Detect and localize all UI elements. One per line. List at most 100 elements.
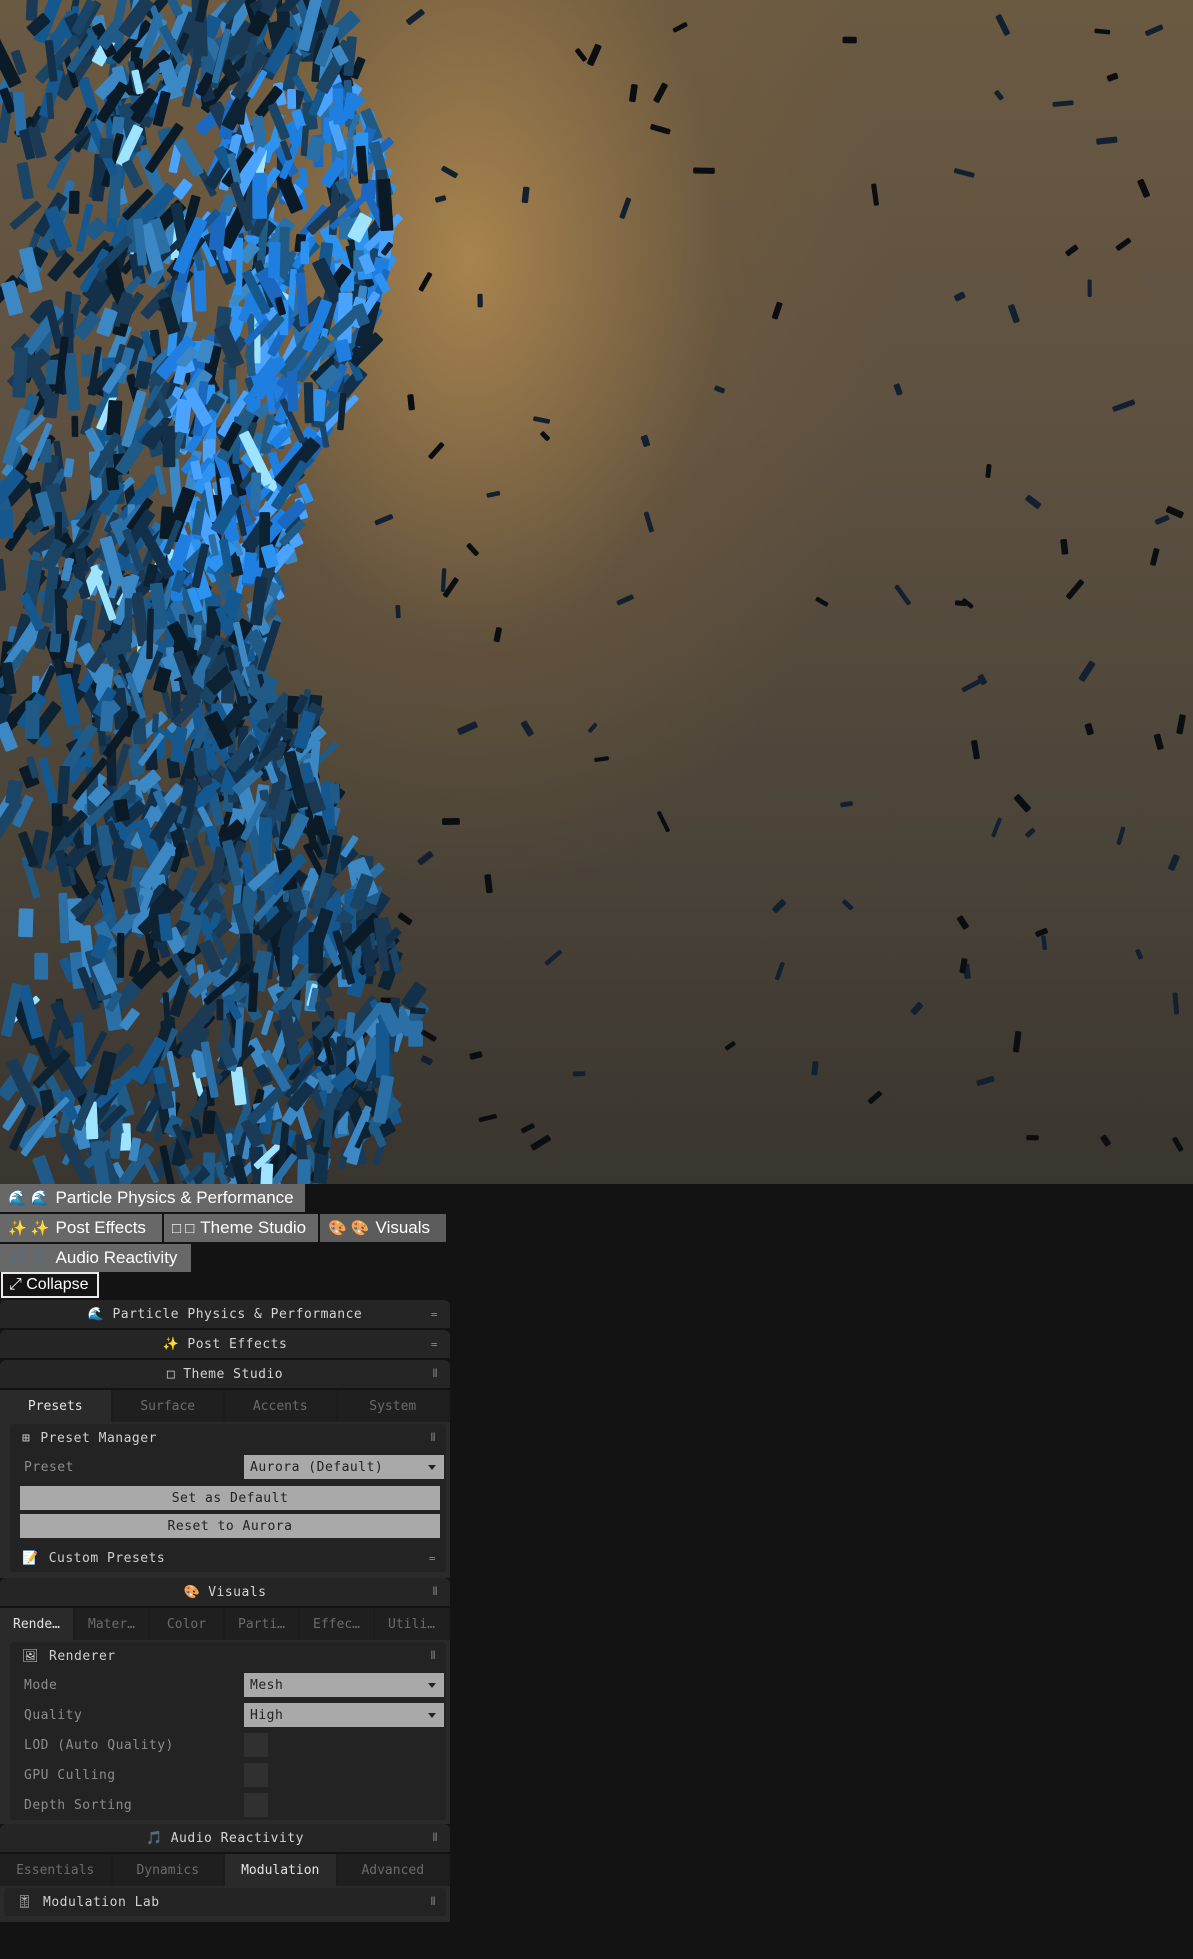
particle	[1137, 178, 1150, 198]
particle	[493, 627, 502, 643]
particle	[406, 9, 425, 25]
modulation-lab-header[interactable]: 🎚 Modulation Lab ⦀	[4, 1888, 446, 1916]
tab-particle-physics[interactable]: 🌊 🌊 Particle Physics & Performance	[0, 1184, 305, 1212]
particle	[1115, 237, 1132, 251]
tab-modulation[interactable]: Modulation	[225, 1854, 336, 1886]
tab-theme-studio[interactable]: □ □ Theme Studio	[164, 1214, 318, 1242]
particle	[124, 598, 133, 644]
square-icon: □ □	[172, 1219, 195, 1237]
tab-dynamics[interactable]: Dynamics	[112, 1854, 223, 1886]
particle	[235, 237, 244, 296]
quality-row: Quality High	[10, 1700, 446, 1730]
particle	[867, 1090, 883, 1105]
audio-tabs: Essentials Dynamics Modulation Advanced	[0, 1854, 450, 1886]
collapse-toggle-icon[interactable]: =	[431, 1338, 438, 1351]
particle	[643, 511, 654, 533]
particle	[417, 851, 434, 866]
sparkles-icon: ✨	[162, 1336, 180, 1352]
section-visuals[interactable]: 🎨 Visuals ⦀	[0, 1578, 450, 1606]
tab-visuals[interactable]: 🎨 🎨 Visuals	[320, 1214, 446, 1242]
section-title: Theme Studio	[183, 1366, 284, 1382]
lod-checkbox[interactable]	[244, 1733, 268, 1757]
tab-particles[interactable]: Parti…	[225, 1608, 298, 1640]
collapse-button[interactable]: ⤢ Collapse	[1, 1272, 99, 1298]
depth-sorting-checkbox[interactable]	[244, 1793, 268, 1817]
particle	[72, 1022, 87, 1067]
tab-renderer[interactable]: Rende…	[0, 1608, 73, 1640]
particle	[842, 899, 854, 911]
particle	[842, 36, 857, 44]
tab-surface[interactable]: Surface	[112, 1390, 223, 1422]
particle	[1144, 24, 1164, 37]
particle	[1025, 494, 1042, 509]
theme-tabs: Presets Surface Accents System	[0, 1390, 450, 1422]
tab-system[interactable]: System	[337, 1390, 448, 1422]
tab-advanced[interactable]: Advanced	[337, 1854, 448, 1886]
tab-utilities[interactable]: Utili…	[375, 1608, 448, 1640]
section-particle-physics[interactable]: 🌊 Particle Physics & Performance =	[0, 1300, 450, 1328]
particle	[540, 431, 550, 441]
particle	[1094, 28, 1111, 35]
tab-material[interactable]: Mater…	[75, 1608, 148, 1640]
tab-audio-reactivity[interactable]: 🎵 🎵 Audio Reactivity	[0, 1244, 191, 1272]
collapse-toggle-icon[interactable]: =	[429, 1552, 436, 1565]
particle	[38, 757, 60, 809]
tab-post-effects[interactable]: ✨ ✨ Post Effects	[0, 1214, 162, 1242]
expand-toggle-icon[interactable]: ⦀	[431, 1431, 436, 1445]
particle	[162, 425, 176, 468]
particle-viewport[interactable]	[0, 0, 1193, 1184]
expand-toggle-icon[interactable]: ⦀	[433, 1585, 438, 1599]
particle	[374, 514, 394, 526]
expand-toggle-icon[interactable]: ⦀	[431, 1649, 436, 1663]
particle	[421, 1029, 437, 1042]
particle	[63, 458, 75, 478]
tab-effects[interactable]: Effec…	[300, 1608, 373, 1640]
slider-icon: 🎚	[16, 1894, 34, 1910]
particle	[619, 197, 632, 219]
particle	[484, 874, 493, 894]
particle	[16, 161, 34, 200]
preset-manager-header[interactable]: ⊞ Preset Manager ⦀	[10, 1424, 446, 1452]
particle	[258, 817, 272, 865]
particle	[1035, 928, 1048, 937]
reset-aurora-button[interactable]: Reset to Aurora	[20, 1514, 440, 1538]
set-default-button[interactable]: Set as Default	[20, 1486, 440, 1510]
particle	[994, 90, 1004, 101]
particle	[724, 1041, 736, 1051]
preset-select[interactable]: Aurora (Default)	[244, 1455, 444, 1479]
particle	[478, 1113, 497, 1123]
tab-label: Visuals	[375, 1218, 431, 1237]
expand-toggle-icon[interactable]: ⦀	[433, 1831, 438, 1845]
collapse-toggle-icon[interactable]: =	[431, 1308, 438, 1321]
particle	[587, 43, 602, 66]
tab-essentials[interactable]: Essentials	[0, 1854, 111, 1886]
mode-select[interactable]: Mesh	[244, 1673, 444, 1697]
quality-select[interactable]: High	[244, 1703, 444, 1727]
particle	[653, 82, 668, 103]
tab-color[interactable]: Color	[150, 1608, 223, 1640]
custom-presets-header[interactable]: 📝 Custom Presets =	[10, 1544, 446, 1572]
collapse-label: ⤢ Collapse	[9, 1276, 89, 1293]
particle	[521, 186, 530, 204]
renderer-header[interactable]: 🖼 Renderer ⦀	[10, 1642, 446, 1670]
expand-toggle-icon[interactable]: ⦀	[431, 1895, 436, 1909]
particle	[893, 383, 903, 396]
section-post-effects[interactable]: ✨ Post Effects =	[0, 1330, 450, 1358]
gpu-culling-checkbox[interactable]	[244, 1763, 268, 1787]
expand-toggle-icon[interactable]: ⦀	[433, 1367, 438, 1381]
particle	[771, 301, 783, 320]
mode-row: Mode Mesh	[10, 1670, 446, 1700]
tab-presets[interactable]: Presets	[0, 1390, 111, 1422]
particle	[1116, 826, 1126, 845]
particle	[1052, 100, 1074, 107]
particle	[1135, 949, 1143, 960]
particle	[407, 394, 415, 411]
section-theme-studio[interactable]: □ Theme Studio ⦀	[0, 1360, 450, 1388]
section-audio-reactivity[interactable]: 🎵 Audio Reactivity ⦀	[0, 1824, 450, 1852]
particle	[871, 183, 879, 206]
particle	[99, 137, 114, 159]
particle	[12, 347, 28, 398]
particle	[34, 952, 49, 980]
tab-accents[interactable]: Accents	[225, 1390, 336, 1422]
particle	[1026, 1134, 1039, 1141]
